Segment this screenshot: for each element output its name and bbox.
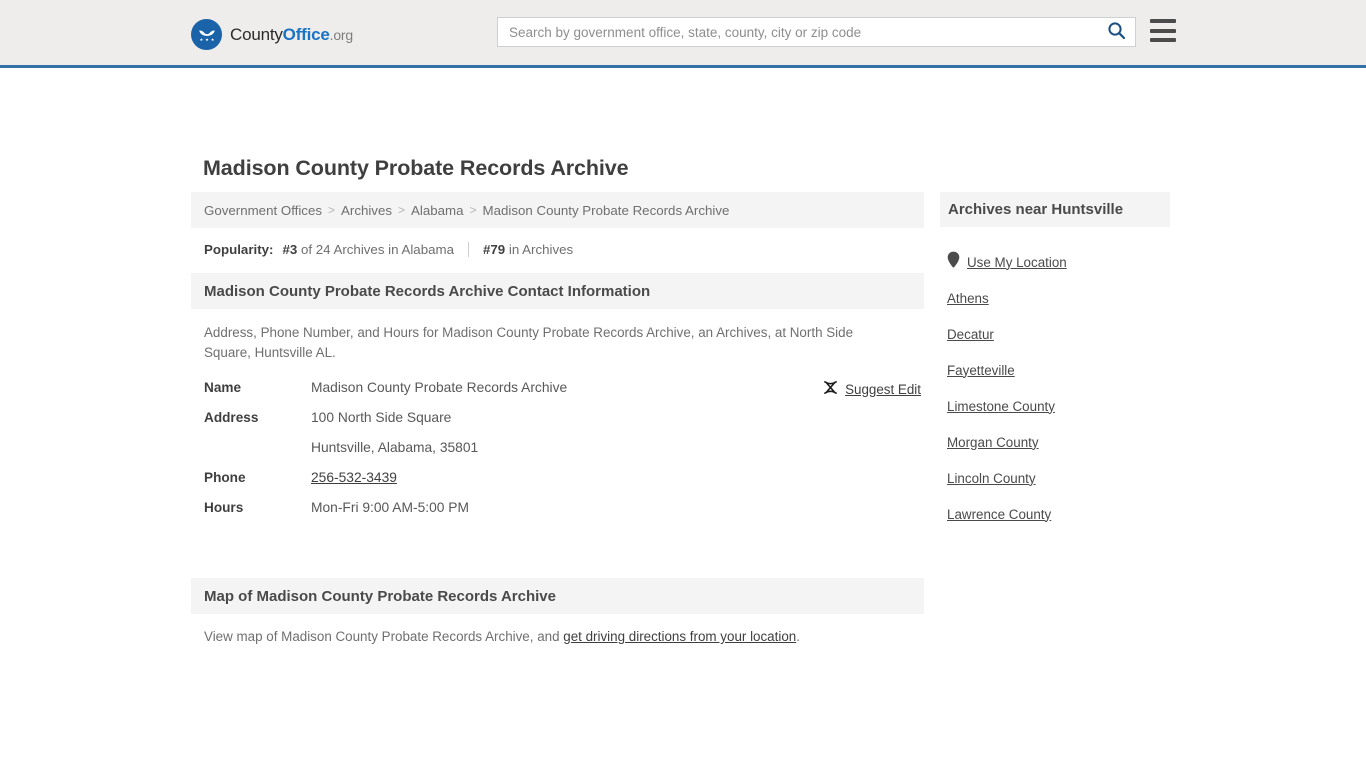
breadcrumb-item-government-offices[interactable]: Government Offices — [204, 203, 322, 218]
sidebar-item-lawrence-county[interactable]: Lawrence County — [940, 496, 1170, 532]
sidebar-link-lawrence-county[interactable]: Lawrence County — [947, 507, 1051, 522]
site-header: CountyOffice.org — [0, 0, 1366, 68]
menu-bar-1 — [1150, 19, 1176, 23]
popularity-label: Popularity: — [204, 242, 274, 257]
sidebar-link-use-my-location[interactable]: Use My Location — [967, 255, 1067, 270]
breadcrumb-separator-icon: > — [469, 203, 477, 217]
popularity-overall-rank: #79 in Archives — [483, 242, 573, 257]
sidebar-link-morgan-county[interactable]: Morgan County — [947, 435, 1039, 450]
driving-directions-link[interactable]: get driving directions from your locatio… — [563, 629, 796, 644]
sidebar-item-morgan-county[interactable]: Morgan County — [940, 424, 1170, 460]
sidebar-item-fayetteville[interactable]: Fayetteville — [940, 352, 1170, 388]
search-icon — [1107, 21, 1126, 43]
detail-value-name: Madison County Probate Records Archive — [311, 380, 568, 395]
popularity-overall-rank-suffix: in Archives — [508, 242, 574, 257]
phone-link[interactable]: 256-532-3439 — [311, 470, 397, 485]
detail-row-name: Name Madison County Probate Records Arch… — [191, 380, 924, 410]
sidebar-item-limestone-county[interactable]: Limestone County — [940, 388, 1170, 424]
detail-key-name: Name — [204, 380, 242, 395]
popularity-row: Popularity: #3 of 24 Archives in Alabama… — [191, 228, 924, 257]
popularity-overall-rank-number: #79 — [482, 242, 506, 257]
map-section: Map of Madison County Probate Records Ar… — [191, 578, 924, 644]
sidebar-link-athens[interactable]: Athens — [947, 291, 989, 306]
logo-text-office: Office — [282, 25, 330, 44]
detail-value-phone: 256-532-3439 — [311, 470, 397, 485]
suggest-edit-label: Suggest Edit — [845, 381, 921, 397]
breadcrumb: Government Offices > Archives > Alabama … — [191, 192, 924, 228]
sidebar-link-decatur[interactable]: Decatur — [947, 327, 994, 342]
sidebar-link-limestone-county[interactable]: Limestone County — [947, 399, 1055, 414]
map-section-description: View map of Madison County Probate Recor… — [191, 614, 924, 644]
suggest-edit-button[interactable]: Suggest Edit — [823, 380, 921, 398]
detail-row-address-line2: Huntsville, Alabama, 35801 — [191, 440, 924, 470]
logo-text-county: County — [230, 25, 283, 44]
popularity-state-rank-number: #3 — [282, 242, 298, 257]
contact-section-description: Address, Phone Number, and Hours for Mad… — [204, 325, 854, 360]
logo-text-org: .org — [329, 27, 354, 43]
map-description-suffix: . — [796, 629, 800, 644]
menu-bar-3 — [1150, 38, 1176, 42]
search-button[interactable] — [1097, 18, 1135, 46]
search-input[interactable] — [498, 18, 1097, 46]
map-section-heading: Map of Madison County Probate Records Ar… — [191, 578, 924, 614]
detail-key-phone: Phone — [204, 470, 246, 485]
breadcrumb-item-archives[interactable]: Archives — [341, 203, 392, 218]
detail-row-address: Address 100 North Side Square — [191, 410, 924, 440]
breadcrumb-item-current: Madison County Probate Records Archive — [482, 202, 730, 218]
detail-row-phone: Phone 256-532-3439 — [191, 470, 924, 500]
breadcrumb-separator-icon: > — [398, 203, 406, 217]
nearby-archives-sidebar: Archives near Huntsville Use My Location… — [940, 192, 1170, 532]
site-logo-text: CountyOffice.org — [230, 26, 353, 43]
sidebar-heading: Archives near Huntsville — [940, 192, 1170, 227]
contact-information-section: Madison County Probate Records Archive C… — [191, 273, 924, 530]
sidebar-item-decatur[interactable]: Decatur — [940, 316, 1170, 352]
popularity-state-rank-suffix: of 24 Archives in Alabama — [300, 242, 454, 257]
sidebar-item-use-my-location[interactable]: Use My Location — [940, 244, 1170, 280]
breadcrumb-separator-icon: > — [328, 203, 336, 217]
sidebar-item-lincoln-county[interactable]: Lincoln County — [940, 460, 1170, 496]
sidebar-list: Use My Location Athens Decatur Fayettevi… — [940, 227, 1170, 532]
popularity-divider — [467, 242, 469, 257]
sidebar-item-athens[interactable]: Athens — [940, 280, 1170, 316]
breadcrumb-item-alabama[interactable]: Alabama — [411, 203, 463, 218]
eagle-stars-logo-icon — [191, 19, 222, 50]
map-pin-icon — [947, 251, 960, 273]
menu-bar-2 — [1150, 28, 1176, 33]
detail-key-hours: Hours — [204, 500, 244, 515]
map-description-prefix: View map of Madison County Probate Recor… — [204, 629, 564, 644]
contact-section-heading: Madison County Probate Records Archive C… — [191, 273, 924, 309]
contact-details-table: Suggest Edit Name Madison County Probate… — [191, 380, 924, 530]
suggest-edit-icon — [823, 380, 838, 398]
hamburger-menu-icon[interactable] — [1150, 19, 1176, 42]
detail-value-address-line1: 100 North Side Square — [311, 410, 452, 425]
detail-key-address: Address — [204, 410, 259, 425]
detail-row-hours: Hours Mon-Fri 9:00 AM-5:00 PM — [191, 500, 924, 530]
popularity-state-rank: #3 of 24 Archives in Alabama — [282, 242, 454, 257]
page-title: Madison County Probate Records Archive — [203, 156, 629, 180]
search-bar[interactable] — [497, 17, 1136, 47]
main-content: Government Offices > Archives > Alabama … — [191, 192, 924, 644]
site-logo-link[interactable]: CountyOffice.org — [191, 19, 353, 50]
detail-value-address-line2: Huntsville, Alabama, 35801 — [311, 440, 479, 455]
sidebar-link-lincoln-county[interactable]: Lincoln County — [947, 471, 1036, 486]
sidebar-link-fayetteville[interactable]: Fayetteville — [947, 363, 1015, 378]
detail-value-hours: Mon-Fri 9:00 AM-5:00 PM — [311, 500, 469, 515]
